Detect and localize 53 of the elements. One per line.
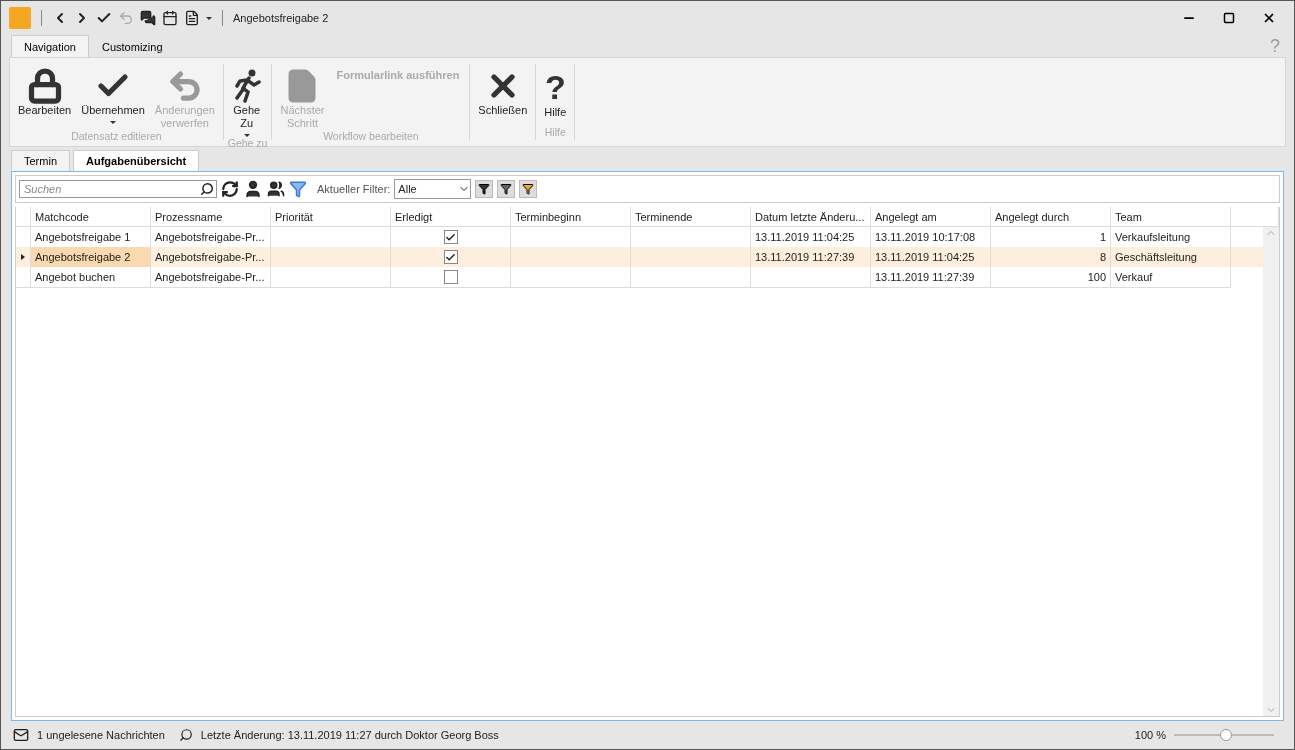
checkbox[interactable] <box>443 270 458 284</box>
document-tab[interactable]: Aufgabenübersicht <box>73 150 200 171</box>
ribbon-button[interactable]: ? Hilfe <box>540 68 571 126</box>
window-title: Angebotsfreigabe 2 <box>233 12 329 24</box>
table-row[interactable]: Angebotsfreigabe 2 Angebotsfreigabe-Pr... 13.11.2019 11:27:39 13.11.2019 11:04:25 8 Geschäftsleitung <box>16 247 1263 267</box>
caret-icon[interactable] <box>206 16 212 20</box>
filter-button[interactable] <box>497 180 516 198</box>
group-label: Datensatz editieren <box>70 130 163 142</box>
mail-icon[interactable] <box>13 727 29 743</box>
padlock-icon <box>26 68 63 104</box>
maximize-icon[interactable] <box>1223 12 1235 24</box>
table-cell: 13.11.2019 11:27:39 <box>871 267 991 288</box>
document-icon[interactable] <box>184 10 200 26</box>
ribbon-tab[interactable]: Customizing <box>89 35 176 57</box>
last-change-text: Letzte Änderung: 13.11.2019 11:27 durch Doktor Georg Boss <box>200 729 499 741</box>
ribbon-button[interactable]: Bearbeiten <box>14 68 76 130</box>
ribbon-tab[interactable]: Navigation <box>11 35 89 57</box>
people-icon[interactable] <box>267 180 285 198</box>
table-cell: Angebotsfreigabe 2 <box>31 247 151 268</box>
caret-icon <box>110 121 116 124</box>
ribbon-button[interactable]: Gehe Zu <box>227 68 266 137</box>
group-label: Hilfe <box>543 126 567 138</box>
current-row-icon <box>21 254 25 260</box>
zoom-slider-thumb[interactable] <box>1220 729 1232 741</box>
filter-button[interactable] <box>519 180 538 198</box>
table-cell: 100 <box>991 267 1111 288</box>
checkbox[interactable] <box>443 230 458 244</box>
ribbon-button[interactable]: Schließen <box>474 68 532 138</box>
person-icon[interactable] <box>243 179 263 199</box>
filter-dropdown[interactable]: Alle <box>394 179 472 199</box>
refresh-icon[interactable] <box>221 180 239 198</box>
search-icon[interactable] <box>178 728 193 742</box>
search-icon[interactable] <box>200 182 214 196</box>
filter-settings-icon[interactable] <box>289 180 307 198</box>
ribbon-button[interactable]: Übernehmen <box>77 68 149 130</box>
search-field[interactable]: Suchen <box>19 180 217 198</box>
unread-messages: 1 ungelesene Nachrichten <box>37 729 165 741</box>
filter-label: Aktueller Filter: <box>317 183 391 195</box>
chat-icon[interactable] <box>140 10 156 26</box>
caret-icon <box>243 134 250 137</box>
question-mark-icon: ? <box>544 68 566 106</box>
checkbox[interactable] <box>443 250 458 264</box>
app-logo-icon <box>9 7 31 29</box>
close-icon[interactable] <box>1262 11 1276 25</box>
group-label: Workflow bearbeiten <box>322 130 420 142</box>
table-cell: Verkauf <box>1111 267 1231 288</box>
filter-button[interactable] <box>475 180 494 198</box>
group-label: Gehe zu <box>227 137 268 149</box>
table-cell: Angebotsfreigabe-Pr... <box>151 267 271 288</box>
document-tab[interactable]: Termin <box>11 150 70 171</box>
zoom-value: 100 % <box>1134 729 1166 741</box>
table-cell: Angebot buchen <box>31 267 151 288</box>
calendar-icon[interactable] <box>162 10 178 26</box>
